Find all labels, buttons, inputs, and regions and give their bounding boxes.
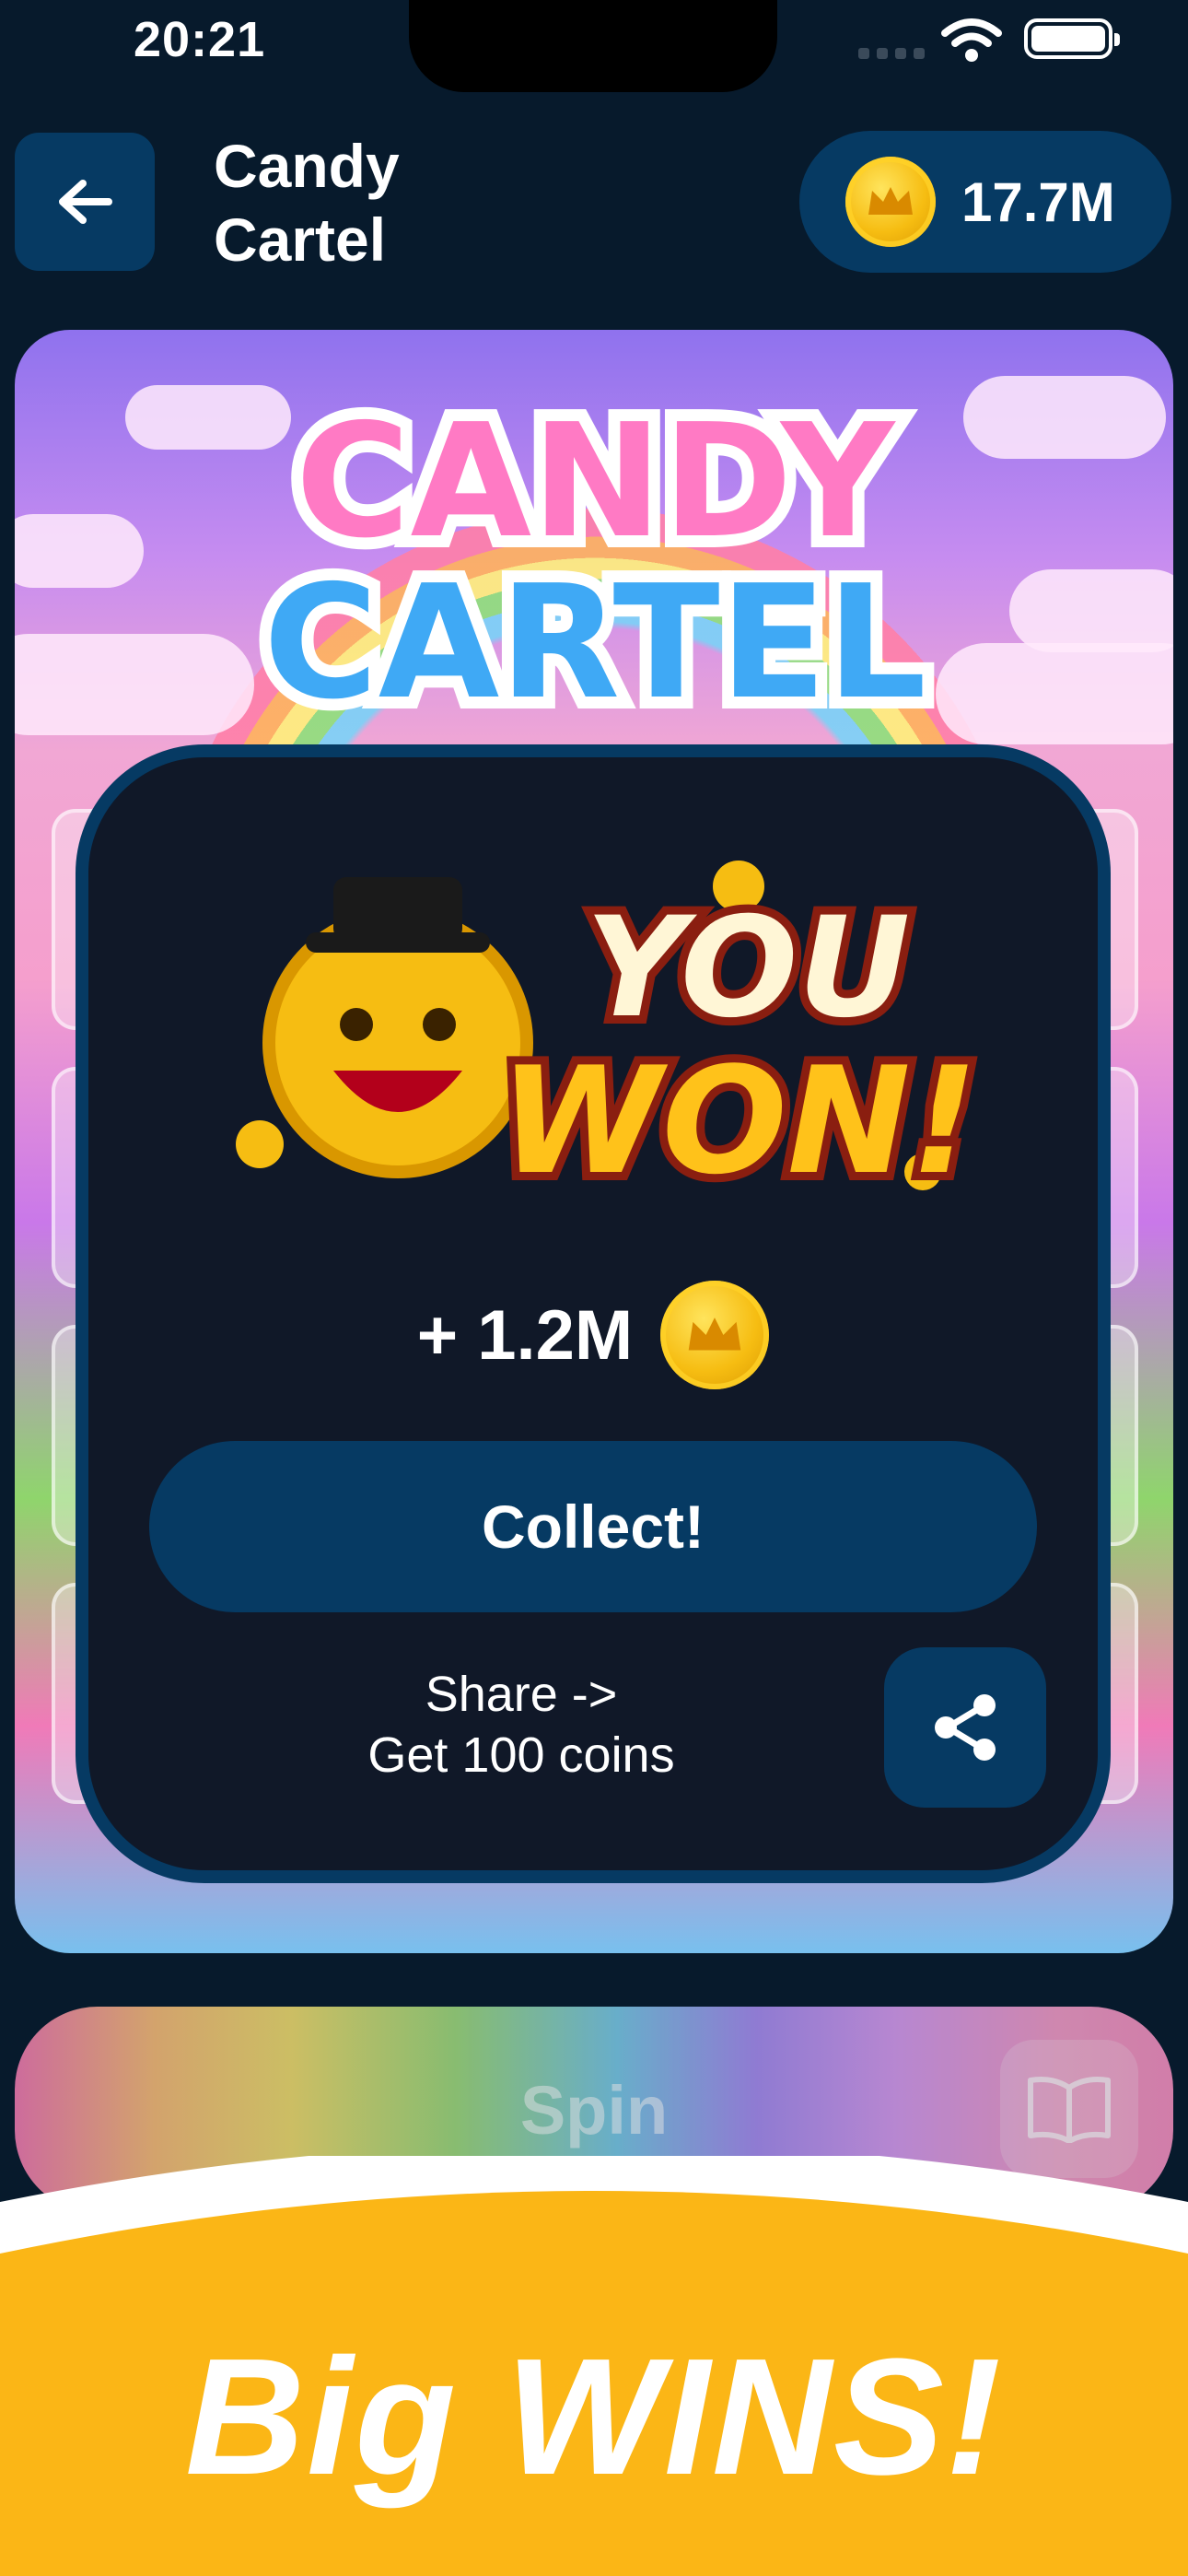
wifi-icon: [941, 18, 1002, 62]
promo-text: Big WINS!: [185, 2324, 1003, 2510]
promo-banner: Big WINS!: [0, 2156, 1188, 2576]
back-button[interactable]: [15, 133, 155, 271]
cloud: [15, 514, 144, 588]
battery-icon: [1024, 18, 1120, 59]
share-text: Share -> Get 100 coins: [309, 1664, 733, 1786]
book-icon: [1028, 2077, 1111, 2143]
win-modal: YOU WON! + 1.2M Collect! Share -> Get 10…: [76, 744, 1111, 1883]
logo-line1: CANDY: [296, 391, 896, 573]
dynamic-island: [409, 0, 777, 92]
art-you-text: YOU: [586, 888, 911, 1048]
candy-cartel-logo: CANDY CARTEL: [251, 379, 938, 724]
share-text-line1: Share ->: [425, 1667, 618, 1722]
share-button[interactable]: [884, 1647, 1046, 1808]
status-bar: 20:21: [0, 0, 1188, 92]
logo-line2: CARTEL: [263, 552, 926, 724]
signal-icon: [858, 44, 925, 59]
collect-button[interactable]: Collect!: [149, 1441, 1037, 1612]
win-amount: + 1.2M: [416, 1295, 634, 1375]
cloud: [15, 634, 254, 735]
cloud: [1009, 569, 1173, 652]
cloud: [963, 376, 1166, 459]
cloud: [936, 643, 1173, 744]
win-amount-row: + 1.2M: [88, 1281, 1098, 1389]
game-title-line1: Candy: [214, 132, 400, 200]
art-won-text: WON!: [499, 1035, 977, 1207]
coin-balance[interactable]: 17.7M: [799, 131, 1171, 273]
status-time: 20:21: [134, 12, 266, 67]
screen: 20:21 Candy Cartel 17.7M CANDY CARTEL YO…: [0, 0, 1188, 2576]
game-title-line2: Cartel: [214, 205, 387, 274]
share-icon: [935, 1694, 996, 1761]
crown-coin-icon: [845, 157, 936, 247]
share-text-line2: Get 100 coins: [367, 1727, 675, 1783]
you-won-art: YOU WON!: [236, 861, 986, 1215]
back-arrow-icon: [59, 180, 112, 224]
game-title: Candy Cartel: [214, 129, 527, 276]
crown-coin-icon: [660, 1281, 770, 1389]
balance-value: 17.7M: [961, 170, 1115, 233]
